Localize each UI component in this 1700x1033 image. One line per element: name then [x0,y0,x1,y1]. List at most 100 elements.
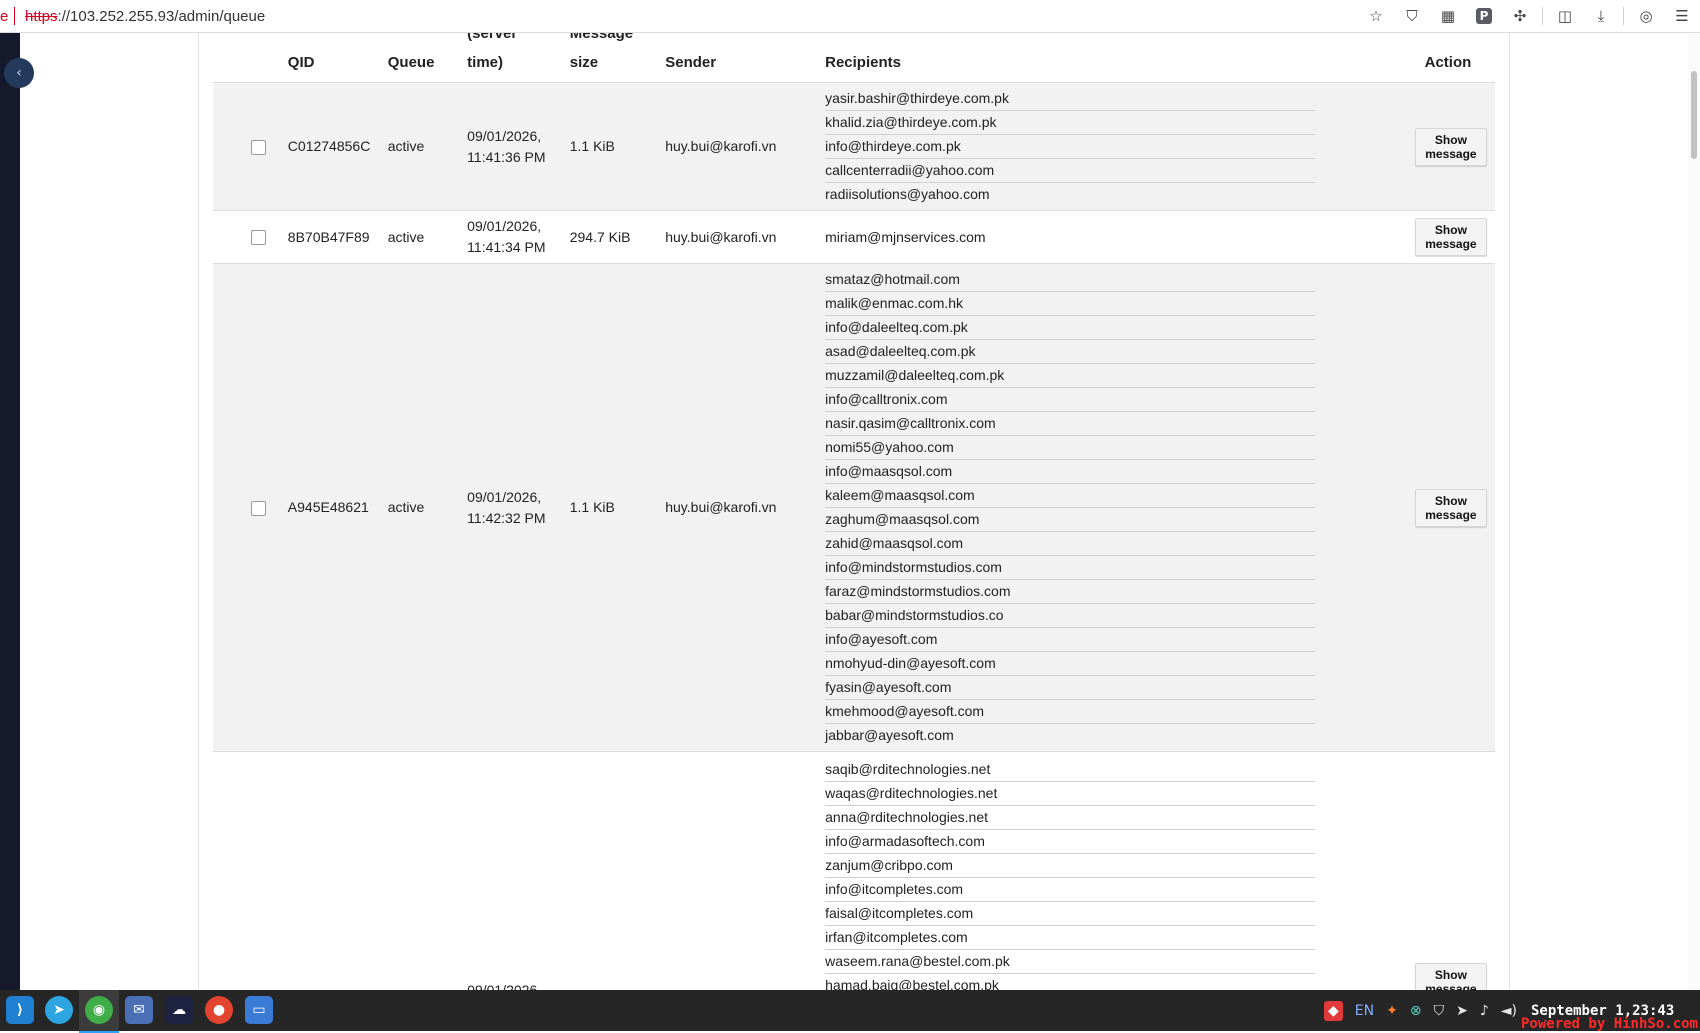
shield-tray-icon[interactable]: ⛉ [1434,1003,1445,1019]
queue-cell: active [379,82,460,211]
os-taskbar: ⟩ ➤ ◉ ✉ ☁ ● ▭ ◆ EN ✦ ⊗ ⛉ ➤ ♪ ◄) Septembe… [0,990,1700,1033]
url-warning-text: e [0,7,9,25]
telegram-icon[interactable]: ➤ [45,996,73,1024]
recipient-item: info@ayesoft.com [825,628,1315,652]
queue-table-body: C01274856C active 09/01/2026, 11:41:36 PM 1.… [213,82,1495,990]
time-clock: 11:41:34 PM [467,239,546,255]
url-protocol: https [25,7,58,25]
page-scrollbar[interactable] [1688,33,1700,990]
message-label: message [1425,507,1477,522]
sender-cell [657,751,818,990]
qid-cell: A945E48621 [279,263,380,752]
recipient-item: irfan@itcompletes.com [825,926,1315,950]
recipient-item: yasir.bashir@thirdeye.com.pk [825,87,1315,111]
time-date: 09/01/2026, [467,488,542,505]
anydesk-icon[interactable]: ◆ [1324,1000,1343,1021]
p-extension-button[interactable]: P [1473,5,1495,27]
keyboard-language[interactable]: EN [1355,1003,1374,1019]
vscode-icon[interactable]: ⟩ [6,996,34,1024]
show-label: Show [1434,132,1467,147]
recipient-item: miriam@mjnservices.com [825,228,986,245]
time-date: 09/01/2026, [467,127,542,144]
recipients-header: Recipients [817,33,1401,83]
cast-icon[interactable]: ▭ [245,996,273,1024]
time-clock: 11:41:36 PM [467,148,546,165]
recipient-item: nomi55@yahoo.com [825,436,1315,460]
chrome-icon[interactable]: ● [205,996,233,1024]
address-bar[interactable]: e https ://103.252.255.93/admin/queue [0,0,265,32]
account-icon[interactable]: ◎ [1635,5,1657,27]
star-icon[interactable]: ☆ [1365,5,1387,27]
time-cell: 09/01/2026 [459,751,562,990]
message-label: message [1425,146,1477,161]
recipient-item: malik@enmac.com.hk [825,292,1315,316]
row-checkbox[interactable] [251,230,266,246]
x-app-tray-icon[interactable]: ⊗ [1410,1003,1422,1019]
qr-icon[interactable]: ▦ [1437,5,1459,27]
recipient-item: waseem.rana@bestel.com.pk [825,950,1315,974]
size-cell: 1.1 KiB [561,82,658,211]
recipient-item: anna@rditechnologies.net [825,806,1315,830]
sidebar-toggle-icon[interactable]: ◫ [1554,5,1576,27]
browser-green-icon[interactable]: ◉ [85,996,113,1024]
menu-icon[interactable]: ☰ [1671,5,1693,27]
recipient-item: info@maasqsol.com [825,460,1315,484]
show-message-button[interactable]: Show message [1414,963,1487,990]
recipient-item: hamad.baig@bestel.com.pk [825,977,999,990]
recipient-item: info@thirdeye.com.pk [825,135,1315,159]
telegram-tray-icon[interactable]: ➤ [1456,1003,1468,1019]
recipient-item: waqas@rditechnologies.net [825,782,1315,806]
size-header: Message size [561,33,658,83]
recipients-cell: yasir.bashir@thirdeye.com.pk khalid.zia@t… [817,82,1401,211]
qid-header: QID [279,33,380,83]
show-message-button[interactable]: Show message [1414,127,1487,166]
time-cell: 09/01/2026, 11:41:34 PM [459,210,562,264]
chevron-left-icon[interactable]: ‹ [4,58,34,88]
firefox-tray-icon[interactable]: ✦ [1386,1003,1398,1019]
recipient-item: info@daleelteq.com.pk [825,316,1315,340]
qid-cell [279,751,380,990]
recipient-item: khalid.zia@thirdeye.com.pk [825,111,1315,135]
recipients-cell: miriam@mjnservices.com [817,210,1401,264]
recipient-item: zaghum@maasqsol.com [825,508,1315,532]
time-date: 09/01/2026, [467,218,542,234]
message-label: message [1425,982,1477,990]
puzzle-icon[interactable]: ✣ [1509,5,1531,27]
action-cell: Show message [1400,751,1495,990]
time-clock: 11:42:32 PM [467,509,546,526]
app-sidebar [0,33,20,990]
shield-check-icon[interactable]: ⛉ [1401,5,1423,27]
recipient-item: kmehmood@ayesoft.com [825,700,1315,724]
size-header-line1: Message [569,33,634,42]
volume-icon[interactable]: ◄) [1501,1003,1517,1019]
time-header: (server time) [459,33,562,83]
show-message-button[interactable]: Show message [1414,488,1487,527]
url-path: ://103.252.255.93/admin/queue [57,7,266,25]
queue-cell: active [379,263,460,752]
recipient-item: zahid@maasqsol.com [825,532,1315,556]
recipient-item: asad@daleelteq.com.pk [825,340,1315,364]
mail-icon[interactable]: ✉ [125,996,153,1024]
table-header-row: QID Queue (server time) Message size Sen… [213,33,1495,83]
scrollbar-thumb[interactable] [1691,71,1697,159]
recipient-item: info@calltronix.com [825,388,1315,412]
show-message-button[interactable]: Show message [1414,218,1487,256]
qid-cell: 8B70B47F89 [279,210,380,264]
download-icon[interactable]: ⤓ [1590,5,1612,27]
size-header-line2: size [569,54,599,71]
notification-icon[interactable]: ♪ [1480,1003,1489,1019]
recipient-item: radiisolutions@yahoo.com [825,186,990,202]
recipient-item: info@armadasoftech.com [825,830,1315,854]
message-label: message [1425,237,1477,251]
cloud-app-icon[interactable]: ☁ [165,996,193,1024]
table-row: 8B70B47F89 active 09/01/2026, 11:41:34 PM 29… [213,210,1495,264]
show-label: Show [1434,223,1467,237]
show-label: Show [1434,968,1467,982]
time-cell: 09/01/2026, 11:41:36 PM [459,82,562,211]
action-header: Action [1400,33,1495,83]
p-extension-icon: P [1476,8,1492,24]
row-checkbox[interactable] [251,139,266,155]
time-header-line1: (server [467,33,518,42]
row-checkbox[interactable] [251,500,266,516]
recipient-item: kaleem@maasqsol.com [825,484,1315,508]
